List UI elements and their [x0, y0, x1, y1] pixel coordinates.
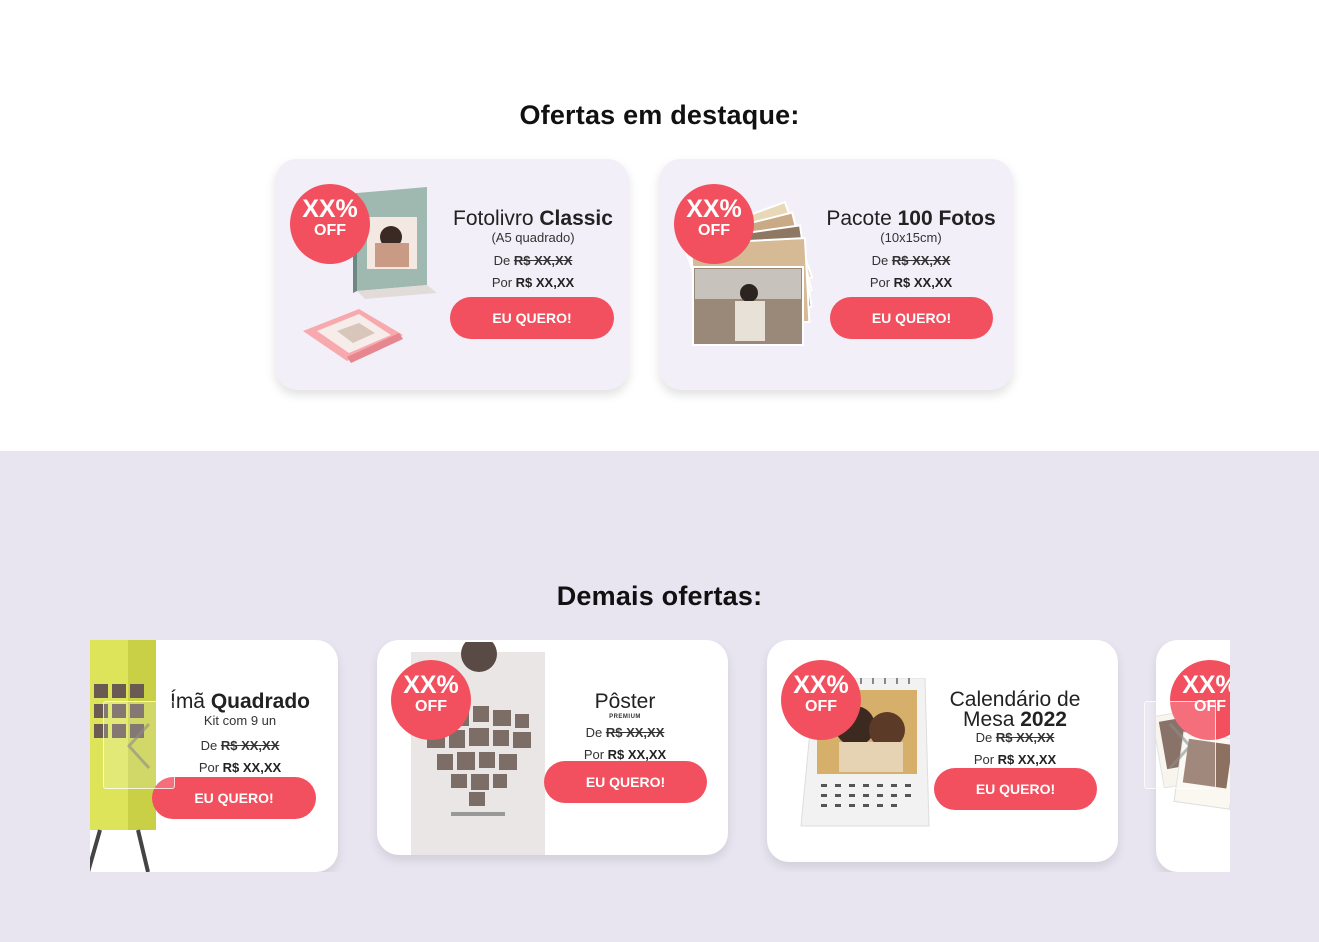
offer-card-fotolivro: XX% OFF Fotolivro Classic (A5 quadrado) …: [275, 159, 629, 390]
offer-info: Pacote 100 Fotos (10x15cm) De R$ XX,XX P…: [821, 207, 1001, 291]
discount-badge: XX% OFF: [391, 660, 471, 740]
discount-off-label: OFF: [314, 222, 346, 239]
discount-badge: XX% OFF: [781, 660, 861, 740]
product-name-regular: Pacote: [826, 207, 898, 230]
current-price-label: Por: [973, 752, 998, 767]
current-price-value: R$ XX,XX: [893, 275, 953, 290]
product-subtitle: Kit com 9 un: [203, 713, 277, 728]
current-price-label: Por: [491, 275, 516, 290]
eu-quero-button[interactable]: EU QUERO!: [830, 297, 993, 339]
old-price-value: R$ XX,XX: [513, 253, 573, 268]
old-price-label: De: [871, 253, 892, 268]
current-price: Por R$ XX,XX: [150, 760, 330, 776]
product-name-regular: Mesa: [963, 708, 1021, 731]
current-price-label: Por: [198, 760, 223, 775]
old-price-value: R$ XX,XX: [220, 738, 280, 753]
offers-carousel: Ímã Quadrado Kit com 9 un De R$ XX,XX Po…: [90, 640, 1230, 872]
product-name-bold: Quadrado: [210, 690, 311, 713]
eu-quero-button[interactable]: EU QUERO!: [544, 761, 707, 803]
other-offers-section: Demais ofertas: Ímã Quadrado Kit com 9 u…: [0, 451, 1319, 942]
offer-card-poster: XX% OFF Pôster PREMIUM De R$ XX,XX Por R…: [377, 640, 728, 855]
offer-info: Ímã Quadrado Kit com 9 un De R$ XX,XX Po…: [150, 690, 330, 776]
discount-percent: XX%: [793, 671, 849, 699]
other-offers-title: Demais ofertas:: [556, 581, 763, 611]
eu-quero-button[interactable]: EU QUERO!: [934, 768, 1097, 810]
current-price-label: Por: [869, 275, 894, 290]
discount-percent: XX%: [1182, 671, 1230, 699]
current-price: Por R$ XX,XX: [935, 752, 1095, 768]
old-price-value: R$ XX,XX: [891, 253, 951, 268]
product-name-regular: Ímã: [169, 690, 211, 713]
discount-off-label: OFF: [805, 698, 837, 715]
product-name-line1: Calendário de: [949, 688, 1081, 711]
eu-quero-button[interactable]: EU QUERO!: [450, 297, 614, 339]
offer-info: Pôster PREMIUM De R$ XX,XX Por R$ XX,XX: [545, 690, 705, 763]
discount-percent: XX%: [403, 671, 459, 699]
old-price: De R$ XX,XX: [935, 730, 1095, 746]
discount-badge: XX% OFF: [290, 184, 370, 264]
old-price: De R$ XX,XX: [821, 253, 1001, 269]
featured-offers-section: Ofertas em destaque: XX% OFF Fotolivro C…: [0, 0, 1319, 451]
chevron-left-icon: [126, 722, 151, 770]
product-name-bold: 2022: [1020, 708, 1067, 731]
old-price: De R$ XX,XX: [545, 725, 705, 741]
current-price-value: R$ XX,XX: [997, 752, 1057, 767]
current-price-value: R$ XX,XX: [222, 760, 282, 775]
old-price-label: De: [585, 725, 606, 740]
old-price-label: De: [493, 253, 514, 268]
offer-card-pacote-100-fotos: XX% OFF Pacote 100 Fotos (10x15cm) De R$…: [659, 159, 1013, 390]
old-price: De R$ XX,XX: [443, 253, 623, 269]
product-subtitle: (10x15cm): [880, 230, 942, 245]
old-price-label: De: [975, 730, 996, 745]
current-price: Por R$ XX,XX: [821, 275, 1001, 291]
product-name: Pacote 100 Fotos: [821, 207, 1001, 231]
product-name-regular: Pôster: [594, 690, 656, 713]
current-price-value: R$ XX,XX: [515, 275, 575, 290]
discount-percent: XX%: [686, 195, 742, 223]
offer-info: Fotolivro Classic (A5 quadrado) De R$ XX…: [443, 207, 623, 291]
product-name: Mesa 2022: [935, 708, 1095, 731]
product-subtitle: (A5 quadrado): [491, 230, 575, 245]
old-price-label: De: [200, 738, 221, 753]
old-price-value: R$ XX,XX: [605, 725, 665, 740]
product-name-regular: Fotolivro: [453, 207, 540, 230]
current-price-value: R$ XX,XX: [607, 747, 667, 762]
offer-card-calendario: XX% OFF Calendário de Mesa 2022 De R$ XX…: [767, 640, 1118, 862]
product-name: Fotolivro Classic: [443, 207, 623, 231]
discount-off-label: OFF: [698, 222, 730, 239]
current-price: Por R$ XX,XX: [443, 275, 623, 291]
current-price-label: Por: [583, 747, 608, 762]
carousel-prev-button[interactable]: [103, 701, 175, 789]
product-name: Ímã Quadrado: [150, 690, 330, 714]
product-name-bold: 100 Fotos: [897, 207, 996, 230]
product-name: Pôster: [545, 690, 705, 714]
old-price-value: R$ XX,XX: [995, 730, 1055, 745]
eu-quero-button[interactable]: EU QUERO!: [152, 777, 316, 819]
offer-info: Calendário de Mesa 2022 De R$ XX,XX Por …: [935, 688, 1095, 768]
product-subtitle: PREMIUM: [609, 714, 641, 720]
product-name-bold: Classic: [539, 207, 613, 230]
featured-offers-title: Ofertas em destaque:: [519, 100, 800, 130]
carousel-next-button[interactable]: [1144, 701, 1216, 789]
discount-badge: XX% OFF: [674, 184, 754, 264]
discount-percent: XX%: [302, 195, 358, 223]
discount-off-label: OFF: [415, 698, 447, 715]
chevron-right-icon: [1168, 722, 1193, 770]
old-price: De R$ XX,XX: [150, 738, 330, 754]
